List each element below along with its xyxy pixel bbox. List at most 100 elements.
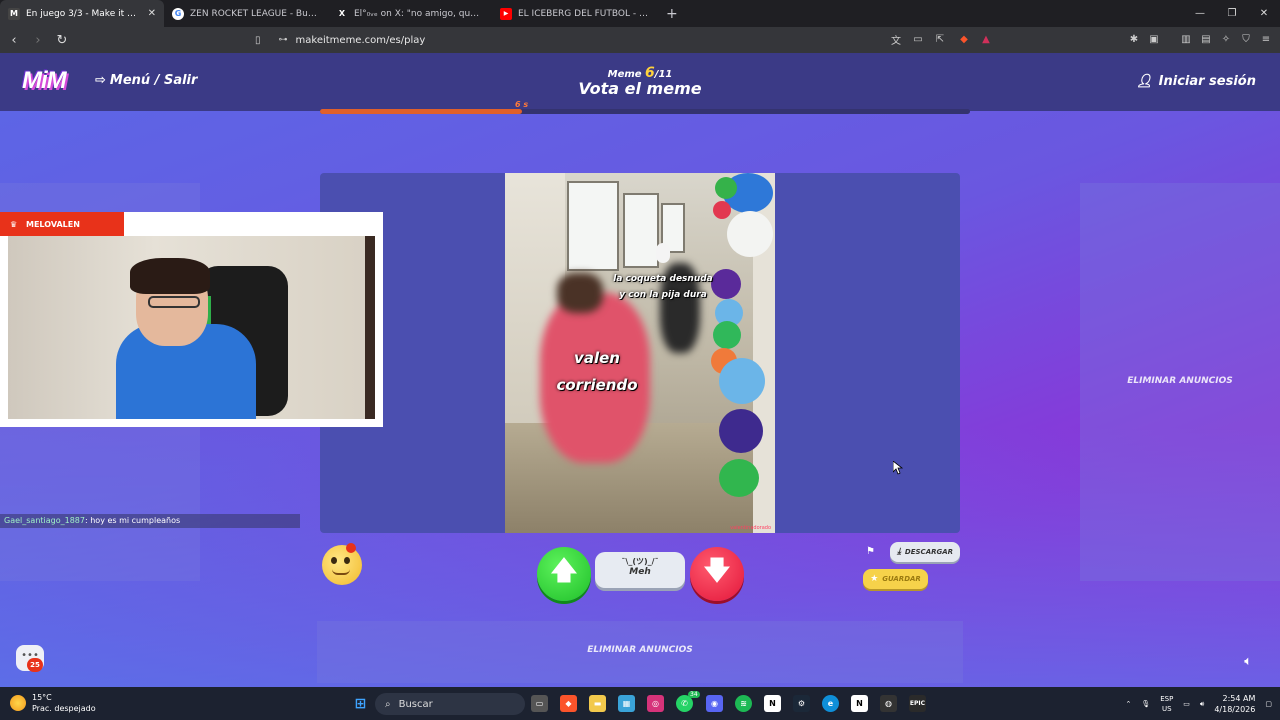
weather-widget[interactable]: 15°C Prac. despejado xyxy=(10,692,96,714)
emoji-reaction-button[interactable] xyxy=(322,543,362,585)
chat-text: : hoy es mi cumpleaños xyxy=(84,516,181,525)
save-label: GUARDAR xyxy=(882,575,921,583)
notion-calendar-icon[interactable]: N xyxy=(851,695,868,712)
login-button[interactable]: 👤︎ Iniciar sesión xyxy=(1136,74,1256,89)
minimize-icon[interactable]: — xyxy=(1184,0,1216,27)
site-info-icon[interactable]: ⊶ xyxy=(279,35,288,45)
brave-shield-icon[interactable]: ◆ xyxy=(956,31,972,47)
tab-label: EL ICEBERG DEL FUTBOL - YouTube xyxy=(518,8,648,19)
bookmark-icon[interactable]: ▯ xyxy=(255,35,261,46)
language-bottom: US xyxy=(1161,705,1172,713)
taskbar: 15°C Prac. despejado ⊞ ⌕ Buscar ▭ ◆ ▬ ▦ … xyxy=(0,687,1280,720)
streamer-name: MELOVALEN xyxy=(26,219,80,229)
google-icon: G xyxy=(172,7,184,20)
share-icon[interactable]: ⇱ xyxy=(932,31,948,47)
chat-unread-badge: 25 xyxy=(27,658,43,672)
star-icon: ★ xyxy=(870,574,879,584)
streamer-hair xyxy=(130,258,210,294)
reload-icon[interactable]: ↻ xyxy=(52,33,72,48)
tab-label: En juego 3/3 - Make it Meme xyxy=(26,8,142,19)
language-top: ESP xyxy=(1160,695,1174,703)
meh-face: ¯\_(ツ)_/¯ xyxy=(621,557,659,566)
mute-speaker-icon[interactable]: 🔈︎ xyxy=(1244,654,1252,669)
extensions-icon[interactable]: ✱ xyxy=(1126,31,1142,47)
emoji-smile xyxy=(332,569,350,575)
download-button[interactable]: ⤓ DESCARGAR xyxy=(890,542,960,562)
task-view-icon[interactable]: ▭ xyxy=(531,695,548,712)
new-tab-icon[interactable]: + xyxy=(656,6,688,22)
close-window-icon[interactable]: ✕ xyxy=(1248,0,1280,27)
menu-icon[interactable]: ≡ xyxy=(1258,31,1274,47)
calculator-icon[interactable]: ▦ xyxy=(618,695,635,712)
tab-x-post[interactable]: X El°₀ᵥₑ on X: "no amigo, que carajos xyxy=(328,0,492,27)
edge-icon[interactable]: e xyxy=(822,695,839,712)
wallet-icon[interactable]: ▤ xyxy=(1198,31,1214,47)
language-indicator[interactable]: ESP US xyxy=(1160,694,1173,714)
cast-icon[interactable]: ▭ xyxy=(910,31,926,47)
balloon xyxy=(713,201,731,219)
save-button[interactable]: ★ GUARDAR xyxy=(863,569,928,589)
balloon xyxy=(727,211,773,257)
taskbar-search[interactable]: ⌕ Buscar xyxy=(375,693,525,715)
streamer-tag: ♛ MELOVALEN xyxy=(0,212,124,236)
downvote-button[interactable]: 🡇 xyxy=(690,547,744,601)
microphone-icon[interactable]: 🎙︎ xyxy=(1141,700,1150,708)
weather-temp: 15°C xyxy=(32,693,52,702)
sidebar-icon[interactable]: ▥ xyxy=(1178,31,1194,47)
emoji-heart-icon xyxy=(346,543,356,553)
balloon xyxy=(715,177,737,199)
meh-vote-button[interactable]: ¯\_(ツ)_/¯ Meh xyxy=(595,552,685,588)
arrow-down-icon: 🡇 xyxy=(703,556,731,586)
steam-icon[interactable]: ⚙ xyxy=(793,695,810,712)
mouse-cursor-icon xyxy=(893,461,903,475)
spotify-icon[interactable]: ≋ xyxy=(735,695,752,712)
chevron-up-icon[interactable]: ⌃ xyxy=(1125,700,1131,708)
timer-bar xyxy=(320,109,970,114)
translate-icon[interactable]: 文 xyxy=(888,31,904,47)
tab-label: ZEN ROCKET LEAGUE - Buscar con G xyxy=(190,8,320,19)
leo-ai-icon[interactable]: ✧ xyxy=(1218,31,1234,47)
forward-icon[interactable]: › xyxy=(28,33,48,48)
epic-games-icon[interactable]: EPIC xyxy=(909,695,926,712)
tab-search-icon[interactable]: ▣ xyxy=(1146,31,1162,47)
notion-icon[interactable]: N xyxy=(764,695,781,712)
obs-icon[interactable]: ◍ xyxy=(880,695,897,712)
balloon xyxy=(711,269,741,299)
notifications-icon[interactable]: ▢ xyxy=(1265,700,1272,708)
meme-watermark: valentinadorado xyxy=(730,525,771,531)
chat-message: Gael_santiago_1887: hoy es mi cumpleaños xyxy=(0,514,300,528)
close-tab-icon[interactable]: ✕ xyxy=(148,8,156,19)
tab-make-it-meme[interactable]: M En juego 3/3 - Make it Meme ✕ xyxy=(0,0,164,27)
file-explorer-icon[interactable]: ▬ xyxy=(589,695,606,712)
meme-mask xyxy=(656,243,670,263)
emoji-eye xyxy=(331,557,337,564)
search-placeholder: Buscar xyxy=(398,698,433,710)
brave-icon[interactable]: ◆ xyxy=(560,695,577,712)
user-icon: 👤︎ xyxy=(1136,74,1153,89)
streamer-webcam: ♛ MELOVALEN xyxy=(0,212,383,427)
meme-display: la coqueta desnuda y con la pija dura va… xyxy=(320,173,960,533)
remove-ads-link-bottom[interactable]: ELIMINAR ANUNCIOS xyxy=(317,645,963,655)
window-controls: — ❐ ✕ xyxy=(1184,0,1280,27)
emoji-eye xyxy=(344,557,350,564)
browser-tab-bar: M En juego 3/3 - Make it Meme ✕ G ZEN RO… xyxy=(0,0,1280,27)
x-icon: X xyxy=(338,9,346,18)
brave-rewards-icon[interactable]: ▲ xyxy=(978,31,994,47)
instagram-icon[interactable]: ◎ xyxy=(647,695,664,712)
volume-icon[interactable]: 🔊︎ xyxy=(1200,700,1204,709)
maximize-icon[interactable]: ❐ xyxy=(1216,0,1248,27)
network-icon[interactable]: ▭ xyxy=(1183,700,1190,708)
tab-youtube[interactable]: ▶ EL ICEBERG DEL FUTBOL - YouTube xyxy=(492,0,656,27)
discord-icon[interactable]: ◉ xyxy=(706,695,723,712)
vpn-icon[interactable]: ⛉ xyxy=(1238,31,1254,47)
clock-date: 4/18/2026 xyxy=(1214,705,1256,714)
clock[interactable]: 2:54 AM 4/18/2026 xyxy=(1214,693,1255,715)
tab-google-search[interactable]: G ZEN ROCKET LEAGUE - Buscar con G xyxy=(164,0,328,27)
upvote-button[interactable]: 🡅 xyxy=(537,547,591,601)
remove-ads-link-right[interactable]: ELIMINAR ANUNCIOS xyxy=(1080,376,1280,386)
windows-start-icon[interactable]: ⊞ xyxy=(352,695,369,712)
back-icon[interactable]: ‹ xyxy=(4,33,24,48)
report-flag-icon[interactable]: ⚑ xyxy=(866,546,875,557)
meme-window xyxy=(623,193,659,268)
streamer-glasses xyxy=(148,296,200,308)
